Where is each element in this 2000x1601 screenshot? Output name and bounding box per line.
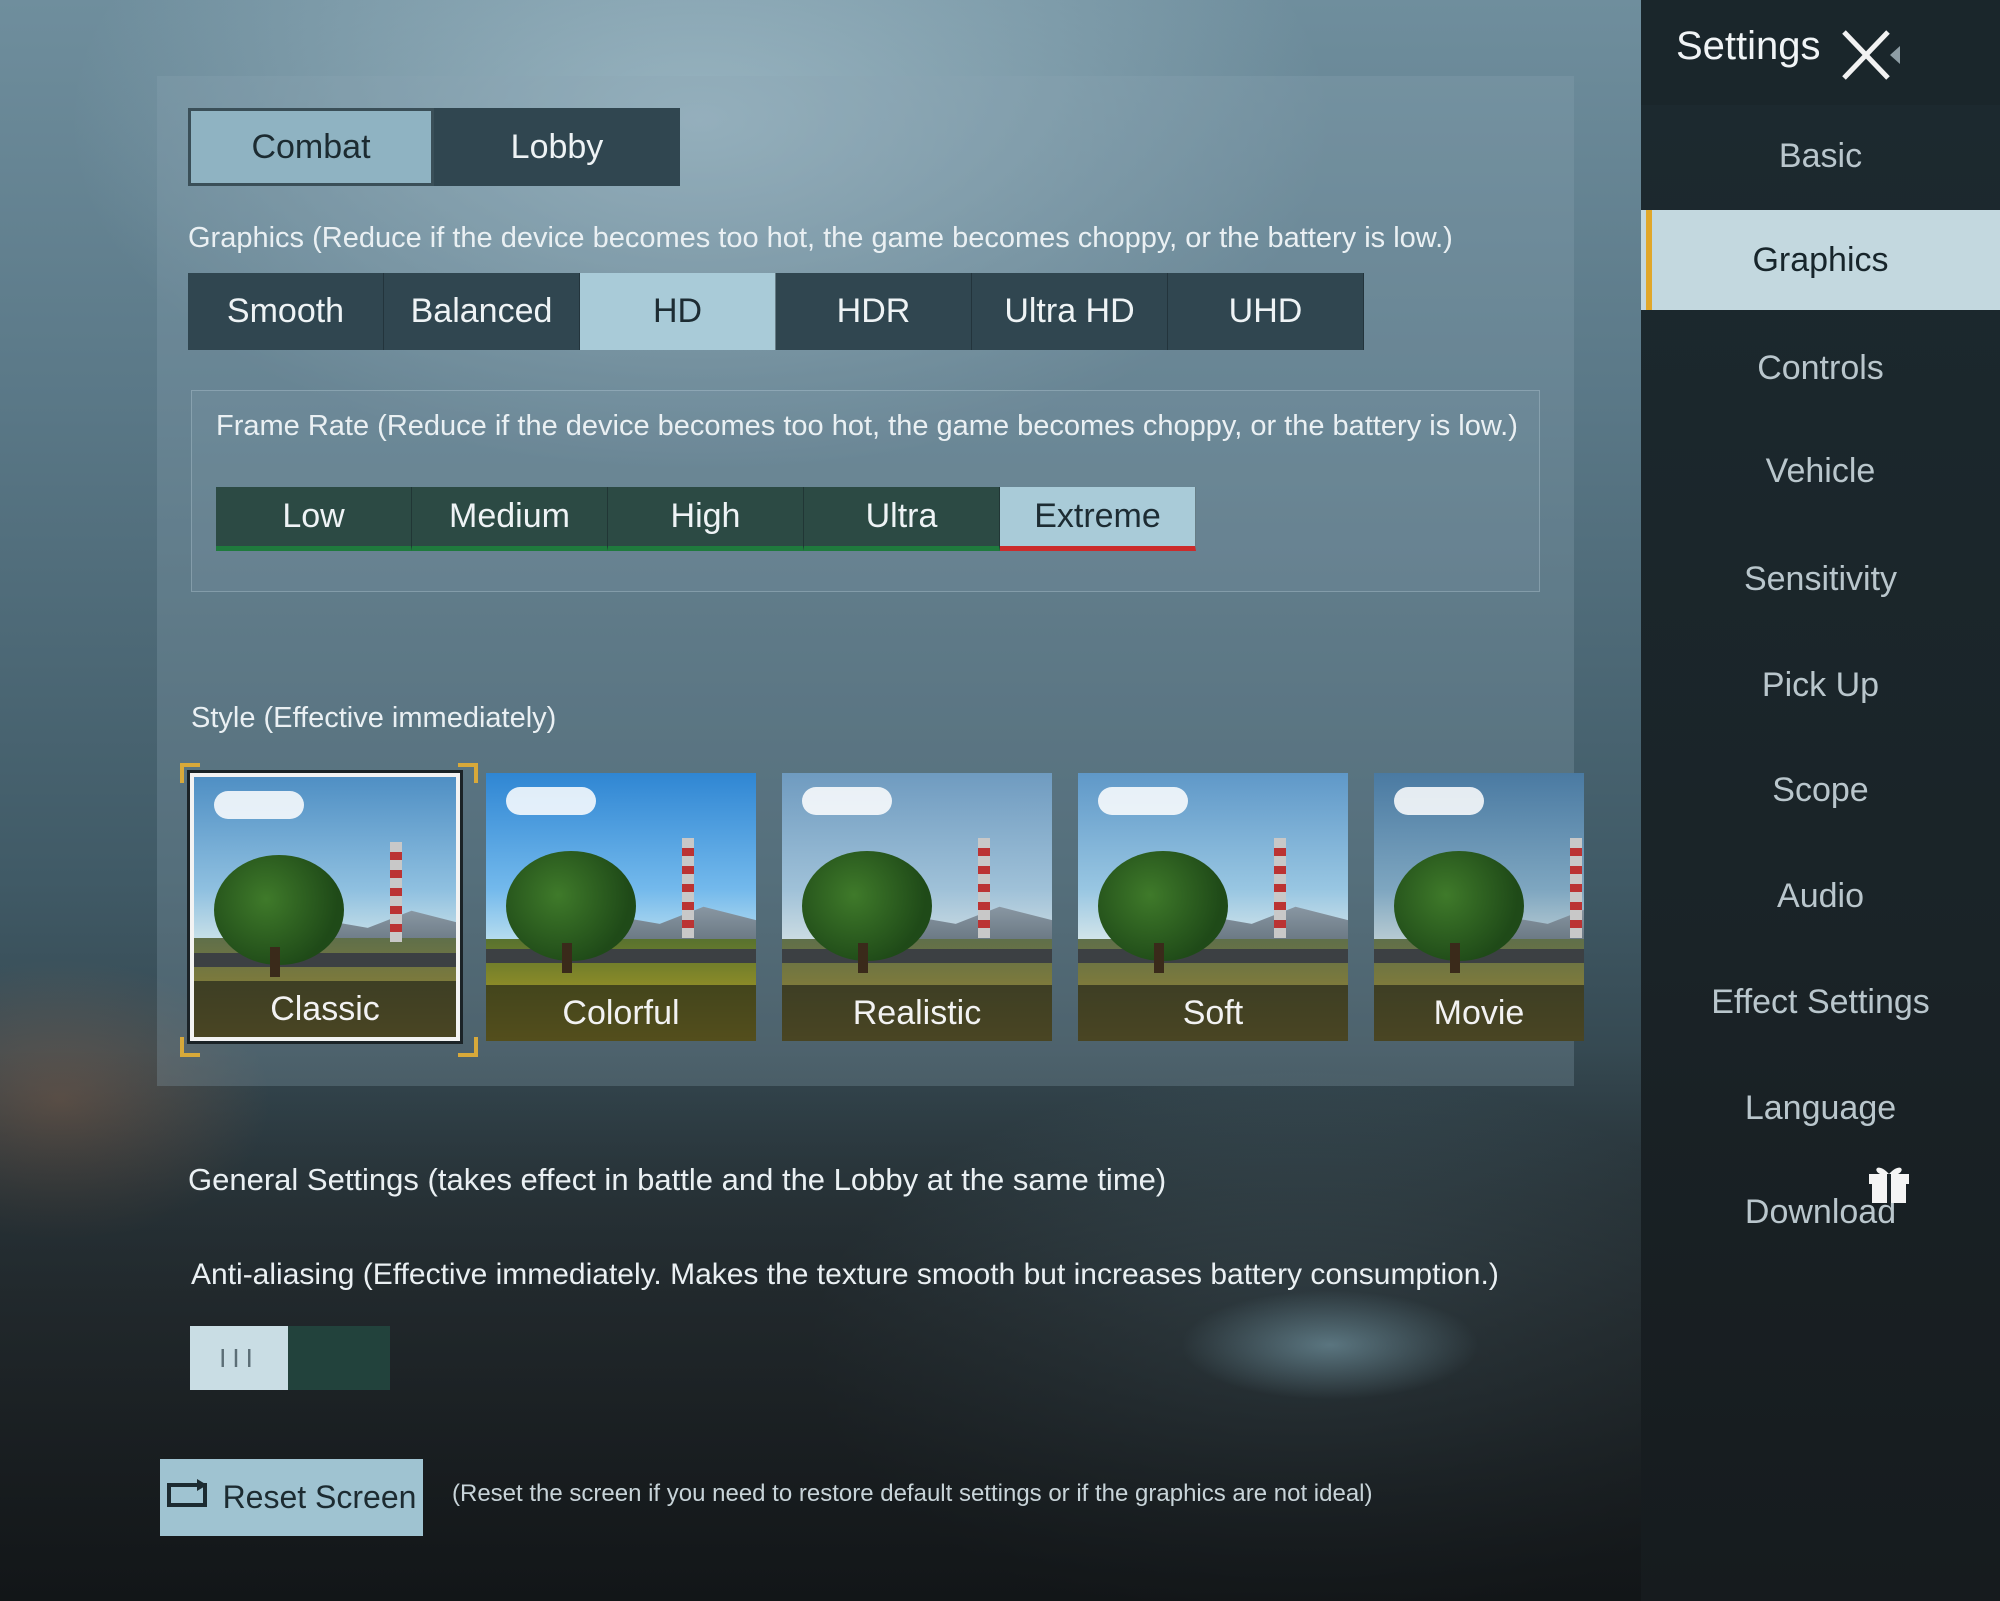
style-option-realistic[interactable]: Realistic [782,773,1052,1041]
selection-corner [458,1037,478,1057]
graphics-option-hd[interactable]: HD [580,273,776,350]
sidebar-item-pick-up[interactable]: Pick Up [1641,635,2000,735]
tab-combat[interactable]: Combat [188,108,434,186]
style-label: Style (Effective immediately) [191,702,557,734]
style-caption: Colorful [486,985,756,1041]
sidebar-item-controls[interactable]: Controls [1641,318,2000,418]
close-icon[interactable] [1838,28,1902,84]
anti-aliasing-toggle[interactable]: III [190,1326,390,1390]
reset-screen-button[interactable]: Reset Screen [160,1459,423,1536]
style-option-movie[interactable]: Movie [1374,773,1584,1041]
sidebar-item-basic[interactable]: Basic [1641,106,2000,206]
selection-corner [180,1037,200,1057]
sidebar-item-label: Basic [1778,136,1863,175]
graphics-option-balanced[interactable]: Balanced [384,273,580,350]
sidebar-item-label: Language [1744,1088,1897,1127]
background-water [1180,1290,1480,1400]
style-options: Classic Colorful Realistic Soft Movie [187,770,1584,1044]
gift-icon[interactable] [1866,1160,1912,1204]
sidebar-item-language[interactable]: Language [1641,1058,2000,1158]
sidebar-item-sensitivity[interactable]: Sensitivity [1641,529,2000,629]
style-option-colorful[interactable]: Colorful [486,773,756,1041]
style-caption: Soft [1078,985,1348,1041]
fps-option-low[interactable]: Low [216,487,412,551]
graphics-options: Smooth Balanced HD HDR Ultra HD UHD [188,273,1364,350]
graphics-option-uhd[interactable]: UHD [1168,273,1364,350]
selection-corner [458,763,478,783]
sidebar-item-label: Graphics [1752,240,1889,279]
sidebar-item-vehicle[interactable]: Vehicle [1641,421,2000,521]
mode-tabs: Combat Lobby [188,108,680,186]
graphics-option-smooth[interactable]: Smooth [188,273,384,350]
sidebar-item-effect-settings[interactable]: Effect Settings [1641,952,2000,1052]
graphics-label: Graphics (Reduce if the device becomes t… [188,222,1453,254]
style-caption: Movie [1374,985,1584,1041]
sidebar-title: Settings [1676,24,1821,68]
reset-hint: (Reset the screen if you need to restore… [452,1480,1373,1507]
reset-label: Reset Screen [222,1479,417,1515]
sidebar-item-label: Vehicle [1765,451,1876,490]
style-caption: Realistic [782,985,1052,1041]
tab-lobby[interactable]: Lobby [434,108,680,186]
graphics-option-hdr[interactable]: HDR [776,273,972,350]
sidebar-item-label: Scope [1772,770,1869,809]
selection-corner [180,763,200,783]
sidebar-item-label: Effect Settings [1711,982,1930,1021]
fps-option-extreme[interactable]: Extreme [1000,487,1196,551]
sidebar-item-graphics[interactable]: Graphics [1641,210,2000,310]
sidebar-item-label: Audio [1777,876,1864,915]
sidebar-item-label: Sensitivity [1743,559,1898,598]
fps-option-medium[interactable]: Medium [412,487,608,551]
general-settings-label: General Settings (takes effect in battle… [188,1162,1167,1197]
sidebar-item-label: Pick Up [1761,665,1880,704]
graphics-option-ultra-hd[interactable]: Ultra HD [972,273,1168,350]
sidebar-item-audio[interactable]: Audio [1641,846,2000,946]
reset-icon [166,1478,209,1517]
frame-rate-options: Low Medium High Ultra Extreme [216,487,1196,551]
style-option-soft[interactable]: Soft [1078,773,1348,1041]
sidebar-item-scope[interactable]: Scope [1641,740,2000,840]
fps-option-ultra[interactable]: Ultra [804,487,1000,551]
anti-aliasing-label: Anti-aliasing (Effective immediately. Ma… [191,1258,1499,1291]
sidebar-item-label: Controls [1757,348,1884,387]
style-caption: Classic [194,981,456,1037]
toggle-track[interactable] [288,1326,390,1390]
style-option-classic[interactable]: Classic [187,770,463,1044]
toggle-knob[interactable]: III [190,1326,288,1390]
frame-rate-label: Frame Rate (Reduce if the device becomes… [216,410,1518,442]
fps-option-high[interactable]: High [608,487,804,551]
sidebar-item-download[interactable]: Download [1641,1162,2000,1262]
